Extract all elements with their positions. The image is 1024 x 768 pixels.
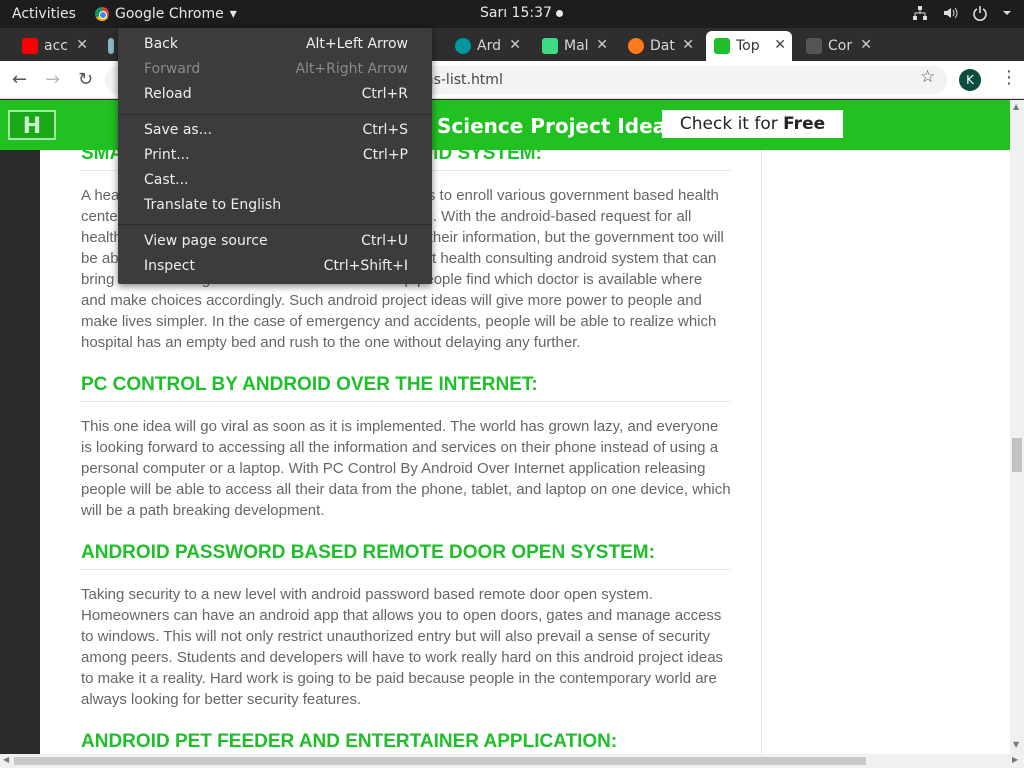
menu-item-label: Forward bbox=[144, 60, 201, 77]
menu-item-label: Inspect bbox=[144, 257, 195, 274]
cta-prefix: Check it for bbox=[679, 114, 784, 134]
power-icon[interactable] bbox=[972, 5, 988, 25]
context-menu: Back Alt+Left Arrow Forward Alt+Right Ar… bbox=[118, 28, 432, 284]
tab-android[interactable]: Mal ✕ bbox=[534, 31, 614, 61]
menu-item-shortcut: Alt+Left Arrow bbox=[305, 35, 408, 52]
menu-item-shortcut: Alt+Right Arrow bbox=[295, 60, 408, 77]
scroll-down-icon[interactable]: ▼ bbox=[1013, 740, 1019, 749]
close-icon[interactable]: ✕ bbox=[596, 37, 608, 53]
network-icon[interactable] bbox=[912, 5, 928, 25]
menu-item-shortcut: Ctrl+Shift+I bbox=[323, 257, 408, 274]
menu-item-shortcut: Ctrl+P bbox=[362, 146, 408, 163]
chevron-down-icon[interactable] bbox=[1002, 5, 1012, 25]
activities-button[interactable]: Activities bbox=[0, 6, 95, 22]
menu-item-save-as[interactable]: Save as... Ctrl+S bbox=[144, 117, 408, 142]
menu-item-translate[interactable]: Translate to English bbox=[144, 192, 408, 217]
tab-active[interactable]: Top ✕ bbox=[706, 31, 792, 61]
menu-item-shortcut: Ctrl+U bbox=[361, 232, 408, 249]
banner-headline: Science Project Ideas bbox=[437, 114, 679, 138]
reload-icon[interactable]: ↻ bbox=[78, 69, 93, 90]
app-menu-label: Google Chrome bbox=[115, 6, 224, 22]
menu-item-reload[interactable]: Reload Ctrl+R bbox=[144, 81, 408, 106]
menu-item-inspect[interactable]: Inspect Ctrl+Shift+I bbox=[144, 253, 408, 278]
section-heading: ANDROID PASSWORD BASED REMOTE DOOR OPEN … bbox=[81, 541, 731, 570]
menu-item-label: Save as... bbox=[144, 121, 213, 138]
menu-item-label: Back bbox=[144, 35, 178, 52]
close-icon[interactable]: ✕ bbox=[774, 37, 786, 53]
menu-item-label: Print... bbox=[144, 146, 190, 163]
tab-label: Ard bbox=[477, 38, 501, 54]
volume-icon[interactable] bbox=[942, 5, 958, 25]
check-free-button[interactable]: Check it for Free bbox=[662, 110, 843, 138]
horizontal-scrollbar[interactable]: ◀ ▶ bbox=[0, 754, 1024, 768]
notification-dot-icon bbox=[555, 9, 563, 17]
tab-label: acc bbox=[44, 38, 68, 54]
tab-other[interactable]: Cor ✕ bbox=[798, 31, 878, 61]
back-arrow-icon[interactable]: ← bbox=[12, 69, 27, 90]
section-heading: ANDROID PET FEEDER AND ENTERTAINER APPLI… bbox=[81, 730, 731, 754]
menu-separator bbox=[118, 224, 432, 225]
url-text: as-list.html bbox=[425, 72, 503, 88]
section-body: This one idea will go viral as soon as i… bbox=[81, 418, 731, 519]
app-menu[interactable]: Google Chrome ▾ bbox=[95, 6, 237, 22]
tab-image[interactable] bbox=[100, 31, 120, 61]
tab-data[interactable]: Dat ✕ bbox=[620, 31, 700, 61]
cta-bold: Free bbox=[783, 114, 826, 134]
vertical-scrollbar[interactable]: ▲ ▼ bbox=[1010, 100, 1024, 754]
youtube-icon bbox=[22, 38, 38, 54]
close-icon[interactable]: ✕ bbox=[509, 37, 521, 53]
tab-youtube[interactable]: acc ✕ bbox=[14, 31, 94, 61]
system-top-bar: Activities Google Chrome ▾ Sarı 15:37 bbox=[0, 0, 1024, 28]
menu-item-label: Translate to English bbox=[144, 196, 282, 213]
bookmark-star-icon[interactable]: ☆ bbox=[920, 67, 935, 87]
menu-item-label: Reload bbox=[144, 85, 192, 102]
tab-label: Dat bbox=[650, 38, 675, 54]
vertical-scroll-thumb[interactable] bbox=[1012, 438, 1022, 472]
menu-item-cast[interactable]: Cast... bbox=[144, 167, 408, 192]
tab-label: Top bbox=[736, 38, 760, 54]
site-logo[interactable]: H bbox=[8, 110, 56, 140]
menu-item-label: Cast... bbox=[144, 171, 189, 188]
arduino-icon bbox=[455, 38, 471, 54]
section-heading: PC CONTROL BY ANDROID OVER THE INTERNET: bbox=[81, 373, 731, 402]
menu-item-back[interactable]: Back Alt+Left Arrow bbox=[144, 31, 408, 56]
menu-item-shortcut: Ctrl+S bbox=[362, 121, 408, 138]
profile-avatar[interactable]: K bbox=[959, 69, 981, 91]
scroll-left-icon[interactable]: ◀ bbox=[3, 755, 9, 764]
more-menu-icon[interactable]: ⋮ bbox=[1000, 67, 1018, 88]
system-tray[interactable] bbox=[912, 5, 1012, 25]
tab-arduino[interactable]: Ard ✕ bbox=[447, 31, 527, 61]
page-icon bbox=[714, 38, 730, 54]
tab-label: Cor bbox=[828, 38, 853, 54]
android-icon bbox=[542, 38, 558, 54]
blank-icon bbox=[806, 38, 822, 54]
forward-arrow-icon[interactable]: → bbox=[45, 69, 60, 90]
orange-icon bbox=[628, 38, 644, 54]
menu-item-forward[interactable]: Forward Alt+Right Arrow bbox=[144, 56, 408, 81]
close-icon[interactable]: ✕ bbox=[682, 37, 694, 53]
menu-item-shortcut: Ctrl+R bbox=[361, 85, 408, 102]
section-body: Taking security to a new level with andr… bbox=[81, 586, 724, 708]
scroll-right-icon[interactable]: ▶ bbox=[1012, 755, 1018, 764]
menu-separator bbox=[118, 114, 432, 115]
menu-item-label: View page source bbox=[144, 232, 268, 249]
clock[interactable]: Sarı 15:37 bbox=[480, 5, 563, 21]
right-sidebar bbox=[761, 150, 1010, 754]
close-icon[interactable]: ✕ bbox=[860, 37, 872, 53]
close-icon[interactable]: ✕ bbox=[76, 37, 88, 53]
tab-label: Mal bbox=[564, 38, 589, 54]
left-gutter bbox=[0, 100, 40, 754]
scroll-up-icon[interactable]: ▲ bbox=[1013, 102, 1019, 111]
chevron-down-icon: ▾ bbox=[229, 6, 237, 22]
image-icon bbox=[108, 38, 114, 54]
chrome-icon bbox=[95, 7, 109, 21]
clock-label: Sarı 15:37 bbox=[480, 5, 552, 21]
menu-item-print[interactable]: Print... Ctrl+P bbox=[144, 142, 408, 167]
horizontal-scroll-thumb[interactable] bbox=[14, 757, 866, 765]
menu-item-view-source[interactable]: View page source Ctrl+U bbox=[144, 228, 408, 253]
